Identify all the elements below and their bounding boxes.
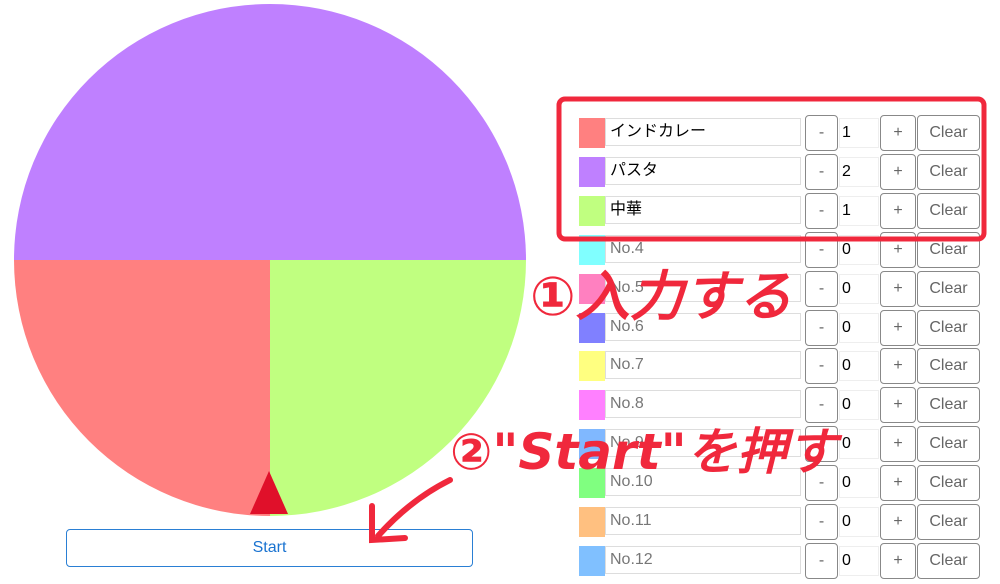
count-input[interactable]: 0	[839, 545, 879, 576]
increment-button[interactable]: +	[880, 192, 916, 229]
clear-button[interactable]: Clear	[917, 153, 980, 190]
decrement-button[interactable]: -	[805, 192, 838, 229]
decrement-button[interactable]: -	[805, 231, 838, 268]
color-swatch	[579, 195, 605, 226]
count-input[interactable]: 0	[839, 312, 879, 343]
item-name-input[interactable]: No.7	[605, 351, 801, 380]
count-input[interactable]: 1	[839, 118, 879, 148]
clear-button[interactable]: Clear	[917, 115, 980, 151]
clear-button[interactable]: Clear	[917, 426, 980, 463]
count-input[interactable]: 2	[839, 156, 879, 187]
clear-button[interactable]: Clear	[917, 465, 980, 502]
annotation-step1: ①入力する	[530, 265, 792, 328]
clear-button[interactable]: Clear	[917, 348, 980, 385]
item-name-input[interactable]: インドカレー	[605, 118, 801, 146]
increment-button[interactable]: +	[880, 465, 916, 502]
increment-button[interactable]: +	[880, 231, 916, 268]
color-swatch	[579, 351, 605, 382]
increment-button[interactable]: +	[880, 504, 916, 540]
decrement-button[interactable]: -	[805, 309, 838, 346]
increment-button[interactable]: +	[880, 309, 916, 346]
decrement-button[interactable]: -	[805, 270, 838, 307]
wheel-segment	[14, 260, 270, 516]
annotation-step2: ②"Start"を押す	[450, 423, 837, 481]
list-item: No.12 - 0 + Clear	[579, 542, 981, 579]
start-button[interactable]: Start	[66, 529, 473, 567]
item-name-input[interactable]: パスタ	[605, 156, 801, 185]
color-swatch	[579, 156, 605, 187]
decrement-button[interactable]: -	[805, 542, 838, 579]
count-input[interactable]: 1	[839, 195, 879, 226]
list-item: パスタ - 2 + Clear	[579, 153, 981, 190]
decrement-button[interactable]: -	[805, 348, 838, 385]
wheel-segment	[14, 4, 526, 260]
increment-button[interactable]: +	[880, 348, 916, 385]
list-item: No.7 - 0 + Clear	[579, 348, 981, 385]
item-name-input[interactable]: 中華	[605, 195, 801, 224]
list-item: インドカレー - 1 + Clear	[579, 115, 981, 151]
clear-button[interactable]: Clear	[917, 309, 980, 346]
item-name-input[interactable]: No.12	[605, 545, 801, 574]
clear-button[interactable]: Clear	[917, 231, 980, 268]
increment-button[interactable]: +	[880, 426, 916, 463]
count-input[interactable]: 0	[839, 429, 879, 460]
count-input[interactable]: 0	[839, 468, 879, 499]
decrement-button[interactable]: -	[805, 153, 838, 190]
count-input[interactable]: 0	[839, 351, 879, 382]
count-input[interactable]: 0	[839, 390, 879, 421]
clear-button[interactable]: Clear	[917, 387, 980, 424]
count-input[interactable]: 0	[839, 507, 879, 537]
list-item: 中華 - 1 + Clear	[579, 192, 981, 229]
decrement-button[interactable]: -	[805, 115, 838, 151]
color-swatch	[579, 507, 605, 537]
clear-button[interactable]: Clear	[917, 270, 980, 307]
clear-button[interactable]: Clear	[917, 542, 980, 579]
list-item: No.11 - 0 + Clear	[579, 504, 981, 540]
increment-button[interactable]: +	[880, 387, 916, 424]
count-input[interactable]: 0	[839, 234, 879, 265]
increment-button[interactable]: +	[880, 115, 916, 151]
increment-button[interactable]: +	[880, 153, 916, 190]
item-name-input[interactable]: No.11	[605, 507, 801, 535]
clear-button[interactable]: Clear	[917, 192, 980, 229]
color-swatch	[579, 545, 605, 576]
increment-button[interactable]: +	[880, 270, 916, 307]
count-input[interactable]: 0	[839, 273, 879, 304]
color-swatch	[579, 118, 605, 148]
decrement-button[interactable]: -	[805, 504, 838, 540]
increment-button[interactable]: +	[880, 542, 916, 579]
clear-button[interactable]: Clear	[917, 504, 980, 540]
